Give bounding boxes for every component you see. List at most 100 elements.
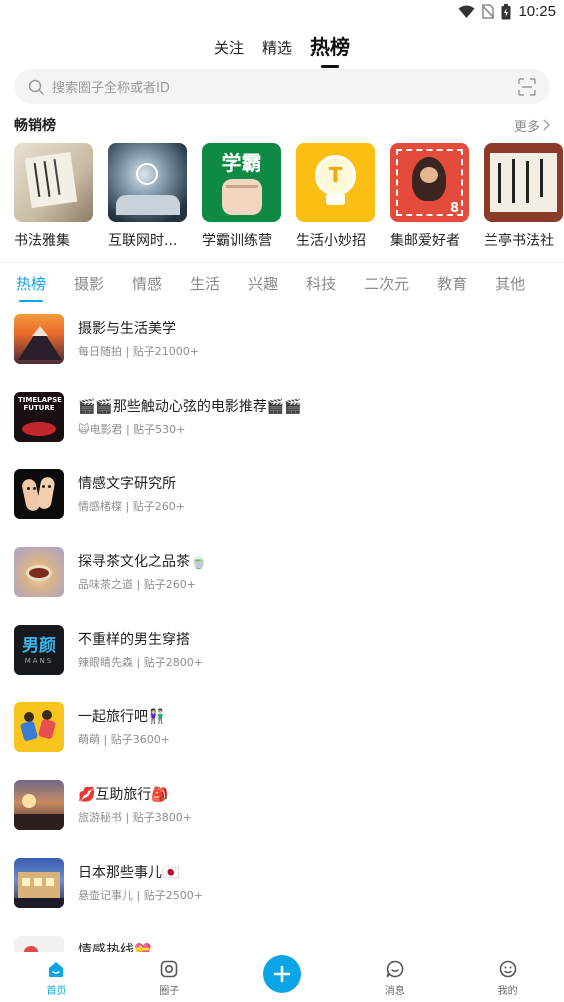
search-icon [28,79,44,95]
list-item-subtitle: 情感楮楪 | 贴子260+ [78,500,185,513]
tab-follow[interactable]: 关注 [214,37,244,64]
nav-messages[interactable]: 消息 [338,952,451,1002]
no-sim-icon [482,4,495,19]
search-placeholder: 搜索圈子全称或者ID [52,81,170,96]
bestseller-label: 学霸训练营 [202,233,272,249]
fashion-thumb-text: 男颜 [22,636,56,656]
list-item[interactable]: 💋互助旅行🎒 旅游秘书 | 贴子3800+ [0,776,564,836]
search-input[interactable]: 搜索圈子全称或者ID [14,69,550,104]
travel-thumbnail [14,702,64,752]
tips-thumb-text: T [328,163,343,187]
bottom-nav: 首页 圈子 消息 我的 [0,952,564,1002]
bestseller-label: 生活小妙招 [296,233,366,249]
sunset-thumbnail [14,780,64,830]
stamp-thumb-text: 8 [449,201,459,216]
tips-thumbnail: T [296,143,375,222]
status-time: 10:25 [518,3,556,20]
list-item-title: 不重样的男生穿搭 [78,632,190,648]
mountain-thumbnail [14,314,64,364]
bestseller-item[interactable]: 8 集邮爱好者 [390,143,469,253]
category-tab-acg[interactable]: 二次元 [364,269,409,294]
nav-circle[interactable]: 圈子 [113,952,226,1002]
list-item-title: 日本那些事儿🇯🇵 [78,865,180,881]
fashion-thumb-sub: MANS [24,657,54,665]
bestseller-item[interactable]: T 生活小妙招 [296,143,375,253]
fashion-thumbnail: 男颜 MANS [14,625,64,675]
category-tab-other[interactable]: 其他 [495,269,525,294]
chevron-right-icon [543,119,550,131]
nav-home[interactable]: 首页 [0,952,113,1002]
bestseller-label: 集邮爱好者 [390,233,460,249]
japan-thumbnail [14,858,64,908]
nav-profile[interactable]: 我的 [451,952,564,1002]
list-item-title: 🎬🎬那些触动心弦的电影推荐🎬🎬 [78,399,302,415]
category-tab-tech[interactable]: 科技 [306,269,336,294]
list-item[interactable]: 探寻茶文化之品茶🍵 品味茶之道 | 贴子260+ [0,543,564,603]
category-tab-interest[interactable]: 兴趣 [248,269,278,294]
circle-icon [160,960,178,978]
list-item-title: 摄影与生活美学 [78,321,176,337]
add-button[interactable] [262,955,301,993]
list-item-subtitle: 萌萌 | 贴子3600+ [78,733,170,746]
bestseller-item[interactable]: 兰亭书法社 [484,143,563,253]
list-item-title: 💋互助旅行🎒 [78,787,169,803]
nav-circle-label: 圈子 [159,986,180,997]
battery-icon [501,3,511,19]
nav-home-label: 首页 [46,986,67,997]
nav-profile-label: 我的 [497,986,518,997]
nav-add[interactable] [226,952,339,1002]
list-item-subtitle: 悬壶记事儿 | 贴子2500+ [78,889,203,902]
list-item[interactable]: 一起旅行吧👫🏻 萌萌 | 贴子3600+ [0,698,564,758]
profile-icon [499,960,516,978]
list-item-subtitle: 旅游秘书 | 贴子3800+ [78,811,192,824]
tab-hot[interactable]: 热榜 [310,31,350,64]
category-tab-life[interactable]: 生活 [190,269,220,294]
bestseller-item[interactable]: 互联网时... [108,143,187,253]
bestseller-title: 畅销榜 [14,118,56,134]
scan-icon[interactable] [518,77,536,96]
list-item-subtitle: 每日随拍 | 贴子21000+ [78,345,199,358]
nav-messages-label: 消息 [384,986,405,997]
bestseller-label: 互联网时... [108,233,178,249]
list-item-title: 一起旅行吧👫🏻 [78,709,166,725]
list-item-title: 探寻茶文化之品茶🍵 [78,554,208,570]
list-item[interactable]: 摄影与生活美学 每日随拍 | 贴子21000+ [0,310,564,370]
more-label: 更多 [513,119,540,135]
list-item-title: 情感文字研究所 [78,476,176,492]
bestseller-item[interactable]: 书法雅集 [14,143,93,253]
category-tab-hot[interactable]: 热榜 [16,269,46,294]
category-tabs: 热榜 摄影 情感 生活 兴趣 科技 二次元 教育 其他 [0,262,564,300]
list-item[interactable]: TIMELAPSE FUTURE 🎬🎬那些触动心弦的电影推荐🎬🎬 🙀电影君 | … [0,388,564,448]
more-link[interactable]: 更多 [514,116,550,135]
add-icon [273,965,291,983]
calligraphy-thumbnail [14,143,93,222]
list-item-subtitle: 辣眼睛先森 | 贴子2800+ [78,656,203,669]
study-thumb-text: 学霸 [221,153,262,175]
top-tabs: 关注 精选 热榜 [0,28,564,64]
list-item-subtitle: 品味茶之道 | 贴子260+ [78,578,196,591]
bestseller-item[interactable]: 学霸 学霸训练营 [202,143,281,253]
list-item[interactable]: 男颜 MANS 不重样的男生穿搭 辣眼睛先森 | 贴子2800+ [0,621,564,681]
stamp-thumbnail: 8 [390,143,469,222]
list-item[interactable]: 日本那些事儿🇯🇵 悬壶记事儿 | 贴子2500+ [0,854,564,914]
home-icon [49,962,64,977]
bestseller-label: 兰亭书法社 [484,233,554,249]
tea-thumbnail [14,547,64,597]
movie-thumb-text: TIMELAPSE FUTURE [18,396,62,412]
internet-thumbnail [108,143,187,222]
bestseller-header: 畅销榜 更多 [14,114,550,136]
category-tab-photography[interactable]: 摄影 [74,269,104,294]
message-icon [386,960,404,978]
bestseller-list: 书法雅集 互联网时... 学霸 学霸训练营 T 生活小妙招 8 集邮爱好者 兰亭… [14,143,564,253]
category-tab-education[interactable]: 教育 [437,269,467,294]
fingers-thumbnail [14,469,64,519]
status-bar: 10:25 [0,0,564,26]
tab-featured[interactable]: 精选 [262,37,292,64]
movie-thumbnail: TIMELAPSE FUTURE [14,392,64,442]
study-thumbnail: 学霸 [202,143,281,222]
list-item-subtitle: 🙀电影君 | 贴子530+ [78,423,186,436]
category-tab-emotion[interactable]: 情感 [132,269,162,294]
lanting-thumbnail [484,143,563,222]
status-icons: 10:25 [458,3,556,20]
list-item[interactable]: 情感文字研究所 情感楮楪 | 贴子260+ [0,465,564,525]
